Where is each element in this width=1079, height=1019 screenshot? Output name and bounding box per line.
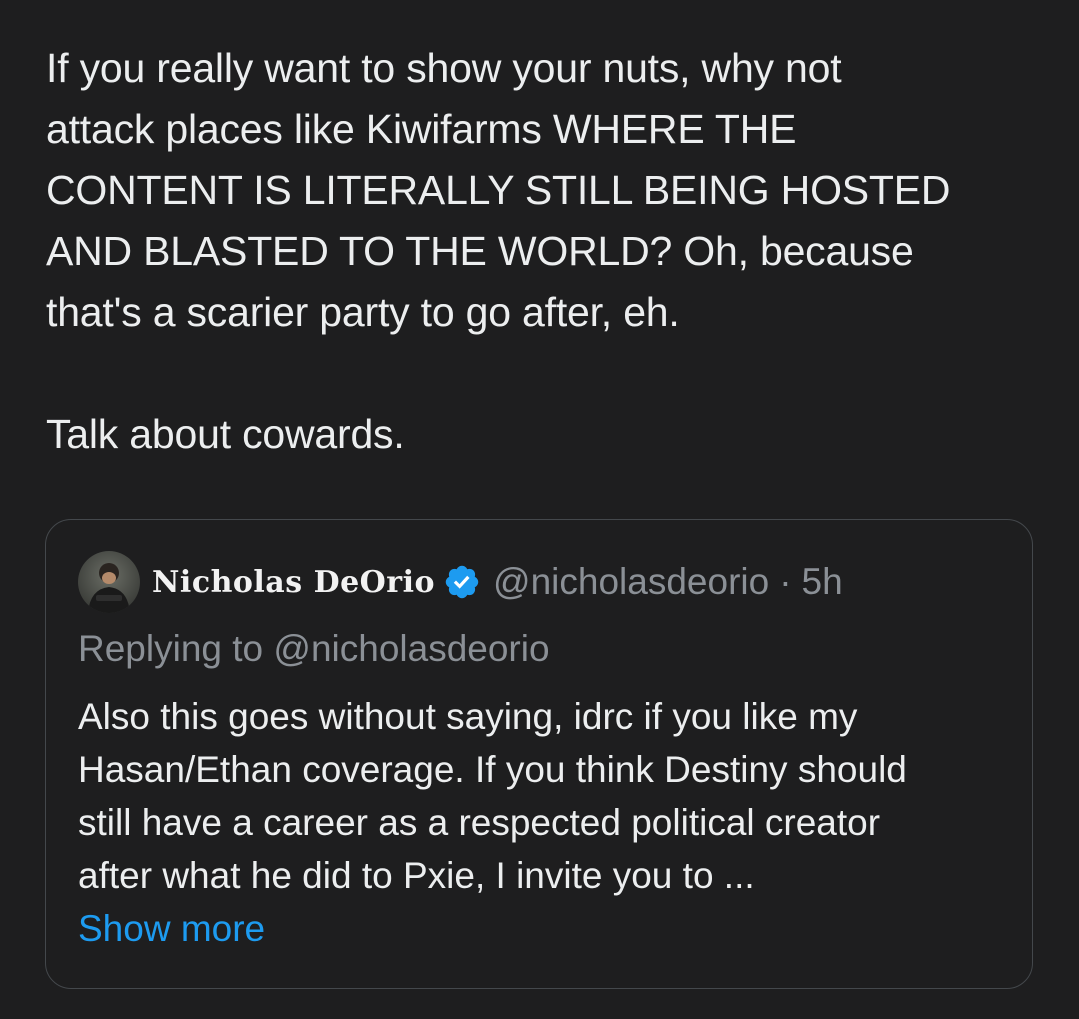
post-timestamp[interactable]: 5h <box>802 561 843 603</box>
quoted-tweet-card[interactable]: Nicholas DeOrio @nicholasdeorio · 5h Rep… <box>45 519 1033 989</box>
quoted-tweet-line: still have a career as a respected polit… <box>78 802 881 843</box>
quoted-tweet-text: Also this goes without saying, idrc if y… <box>78 690 1008 955</box>
tweet-line: attack places like Kiwifarms WHERE THE <box>46 106 797 152</box>
separator-dot: · <box>779 561 792 602</box>
show-more-link[interactable]: Show more <box>78 902 1008 955</box>
tweet-closing-line: Talk about cowards. <box>46 411 405 457</box>
tweet-line: AND BLASTED TO THE WORLD? Oh, because <box>46 228 914 274</box>
quoted-tweet-line: Also this goes without saying, idrc if y… <box>78 696 858 737</box>
tweet-line: CONTENT IS LITERALLY STILL BEING HOSTED <box>46 167 951 213</box>
display-name[interactable]: Nicholas DeOrio <box>152 565 435 600</box>
quoted-tweet-header: Nicholas DeOrio @nicholasdeorio · 5h <box>78 550 843 614</box>
replying-to-label: Replying to @nicholasdeorio <box>78 628 550 669</box>
author-handle[interactable]: @nicholasdeorio <box>493 561 769 603</box>
tweet-text: If you really want to show your nuts, wh… <box>46 38 1036 465</box>
tweet-line: If you really want to show your nuts, wh… <box>46 45 842 91</box>
tweet-line: that's a scarier party to go after, eh. <box>46 289 680 335</box>
verified-badge-icon <box>445 565 479 599</box>
quoted-tweet-line: Hasan/Ethan coverage. If you think Desti… <box>78 749 907 790</box>
avatar[interactable] <box>78 551 140 613</box>
quoted-tweet-line: after what he did to Pxie, I invite you … <box>78 855 755 896</box>
